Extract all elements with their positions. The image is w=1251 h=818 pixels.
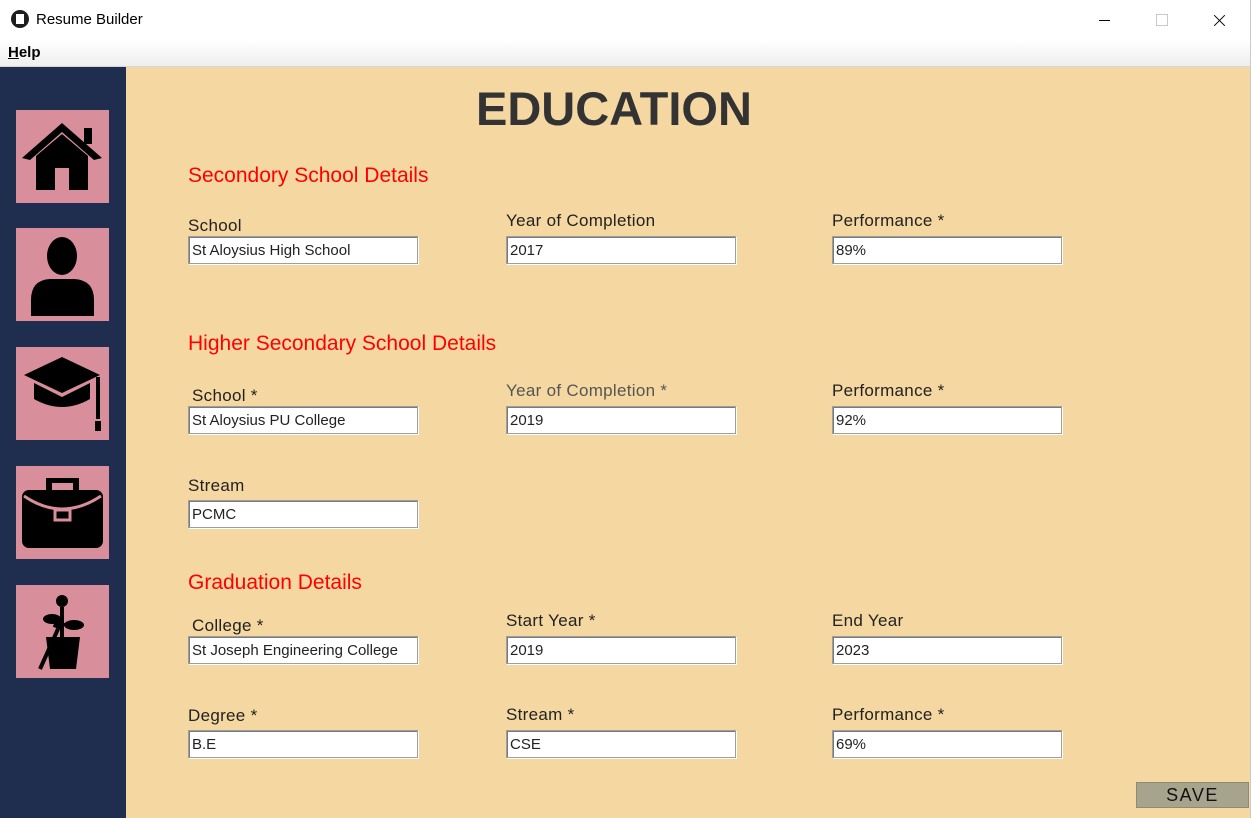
- higher-secondary-year-input[interactable]: [506, 406, 736, 434]
- sidebar: [0, 67, 126, 818]
- nav-home-button[interactable]: [16, 110, 109, 203]
- graduation-stream-input[interactable]: [506, 730, 736, 758]
- graduation-end-year-input[interactable]: [832, 636, 1062, 664]
- graduation-start-year-label: Start Year *: [506, 611, 596, 630]
- menu-bar: Help: [0, 40, 1251, 67]
- secondary-year-input[interactable]: [506, 236, 736, 264]
- graduation-end-year-label: End Year: [832, 611, 904, 630]
- nav-education-button[interactable]: [16, 347, 109, 440]
- save-button[interactable]: SAVE: [1136, 782, 1249, 808]
- graduation-performance-input[interactable]: [832, 730, 1062, 758]
- higher-secondary-stream-input[interactable]: [188, 500, 418, 528]
- menu-help[interactable]: Help: [8, 44, 41, 61]
- education-panel: EDUCATION Secondory School Details Schoo…: [126, 67, 1250, 818]
- graduation-performance-label: Performance *: [832, 705, 945, 724]
- nav-personal-button[interactable]: [16, 228, 109, 321]
- app-icon: [11, 10, 29, 28]
- graduation-college-label: College *: [192, 616, 264, 635]
- menu-help-label: elp: [18, 44, 41, 61]
- graduation-heading: Graduation Details: [188, 571, 362, 594]
- higher-secondary-performance-input[interactable]: [832, 406, 1062, 434]
- secondary-school-label: School: [188, 216, 242, 235]
- graduation-degree-input[interactable]: [188, 730, 418, 758]
- secondary-heading: Secondory School Details: [188, 164, 429, 187]
- window-title: Resume Builder: [36, 11, 143, 28]
- secondary-performance-label: Performance *: [832, 211, 945, 230]
- menu-help-mnemonic: H: [8, 44, 19, 61]
- nav-skills-button[interactable]: [16, 585, 109, 678]
- higher-secondary-year-label: Year of Completion *: [506, 381, 668, 400]
- higher-secondary-school-input[interactable]: [188, 406, 418, 434]
- maximize-button[interactable]: [1132, 0, 1190, 40]
- graduation-start-year-input[interactable]: [506, 636, 736, 664]
- page-title: EDUCATION: [476, 82, 752, 135]
- close-button[interactable]: [1190, 0, 1248, 40]
- graduation-stream-label: Stream *: [506, 705, 575, 724]
- plant-icon: [38, 595, 84, 670]
- secondary-performance-input[interactable]: [832, 236, 1062, 264]
- secondary-school-input[interactable]: [188, 236, 418, 264]
- graduation-degree-label: Degree *: [188, 706, 258, 725]
- higher-secondary-school-label: School *: [192, 386, 258, 405]
- graduation-cap-icon: [24, 357, 101, 431]
- title-bar: Resume Builder: [0, 0, 1251, 40]
- higher-secondary-heading: Higher Secondary School Details: [188, 332, 497, 355]
- higher-secondary-performance-label: Performance *: [832, 381, 945, 400]
- minimize-button[interactable]: [1075, 0, 1133, 40]
- briefcase-icon: [22, 478, 103, 548]
- nav-experience-button[interactable]: [16, 466, 109, 559]
- secondary-year-label: Year of Completion: [506, 211, 656, 230]
- graduation-college-input[interactable]: [188, 636, 418, 664]
- home-icon: [22, 123, 102, 190]
- higher-secondary-stream-label: Stream: [188, 476, 245, 495]
- user-icon: [31, 237, 94, 316]
